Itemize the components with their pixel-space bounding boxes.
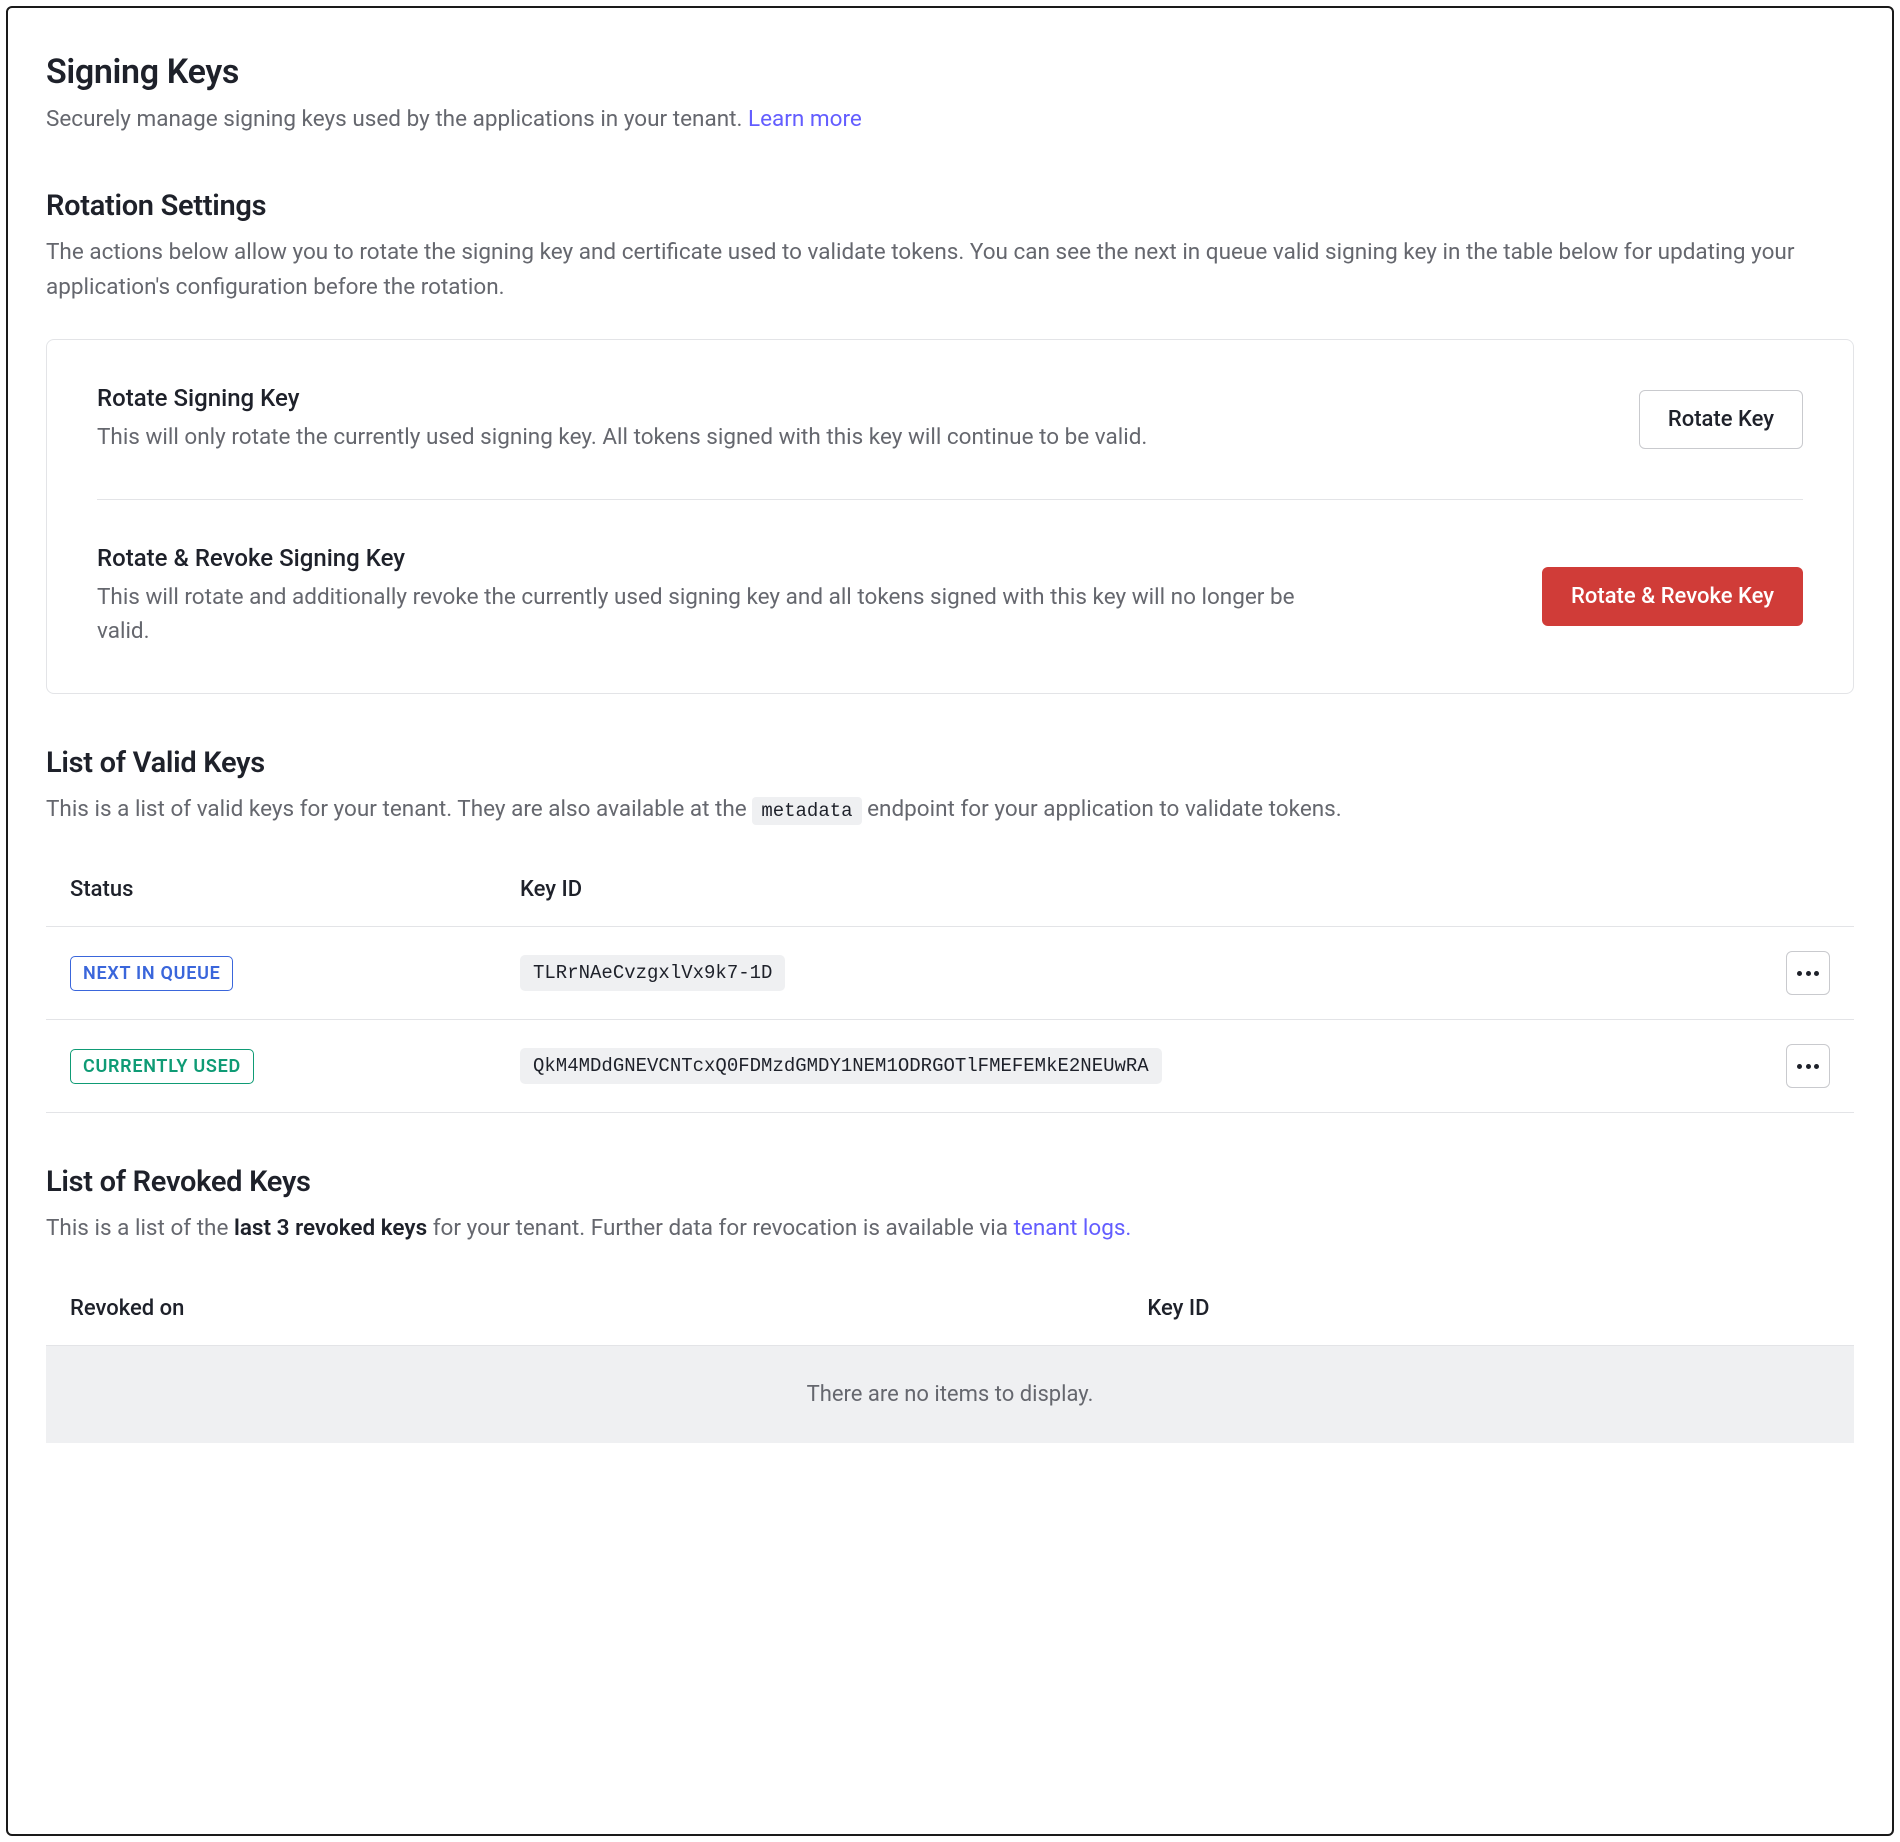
valid-keys-subtitle-post: endpoint for your application to validat… [862, 796, 1342, 822]
revoked-keys-subtitle-mid: for your tenant. Further data for revoca… [427, 1215, 1013, 1241]
revoked-keys-section: List of Revoked Keys This is a list of t… [46, 1165, 1854, 1443]
signing-keys-panel: Signing Keys Securely manage signing key… [6, 6, 1894, 1836]
valid-keys-table: Status Key ID NEXT IN QUEUE TLRrNAeCvzgx… [46, 861, 1854, 1113]
more-horizontal-icon [1797, 971, 1819, 976]
valid-keys-col-status: Status [46, 861, 496, 927]
rotation-settings-subtitle: The actions below allow you to rotate th… [46, 235, 1854, 305]
page-subtitle: Securely manage signing keys used by the… [46, 102, 1854, 137]
rotate-key-title: Rotate Signing Key [97, 384, 1147, 412]
valid-keys-subtitle: This is a list of valid keys for your te… [46, 792, 1854, 827]
rotate-key-row: Rotate Signing Key This will only rotate… [97, 340, 1803, 499]
rotation-settings-section: Rotation Settings The actions below allo… [46, 189, 1854, 694]
rotate-revoke-key-button[interactable]: Rotate & Revoke Key [1542, 567, 1803, 626]
empty-state-text: There are no items to display. [46, 1346, 1854, 1444]
valid-keys-title: List of Valid Keys [46, 746, 1854, 780]
status-badge: NEXT IN QUEUE [70, 956, 233, 991]
rotation-settings-title: Rotation Settings [46, 189, 1854, 223]
learn-more-link[interactable]: Learn more [748, 106, 862, 132]
empty-state-row: There are no items to display. [46, 1346, 1854, 1444]
signing-keys-header: Signing Keys Securely manage signing key… [46, 52, 1854, 137]
revoked-keys-table: Revoked on Key ID There are no items to … [46, 1280, 1854, 1443]
valid-keys-col-actions [1762, 861, 1854, 927]
revoked-keys-col-keyid: Key ID [1123, 1280, 1854, 1346]
revoked-keys-col-revoked-on: Revoked on [46, 1280, 1123, 1346]
rotate-revoke-key-row: Rotate & Revoke Signing Key This will ro… [97, 500, 1803, 694]
revoked-keys-subtitle-bold: last 3 revoked keys [234, 1215, 427, 1241]
tenant-logs-link[interactable]: tenant logs. [1014, 1215, 1132, 1241]
revoked-keys-title: List of Revoked Keys [46, 1165, 1854, 1199]
page-subtitle-text: Securely manage signing keys used by the… [46, 106, 748, 132]
rotate-key-text: Rotate Signing Key This will only rotate… [97, 384, 1147, 455]
table-row: NEXT IN QUEUE TLRrNAeCvzgxlVx9k7-1D [46, 927, 1854, 1020]
revoked-keys-subtitle-pre: This is a list of the [46, 1215, 234, 1241]
valid-keys-subtitle-pre: This is a list of valid keys for your te… [46, 796, 752, 822]
row-actions-button[interactable] [1786, 951, 1830, 995]
rotate-revoke-key-desc: This will rotate and additionally revoke… [97, 580, 1297, 650]
rotate-key-button[interactable]: Rotate Key [1639, 390, 1803, 449]
rotate-revoke-key-text: Rotate & Revoke Signing Key This will ro… [97, 544, 1297, 650]
row-actions-button[interactable] [1786, 1044, 1830, 1088]
more-horizontal-icon [1797, 1064, 1819, 1069]
rotate-revoke-key-title: Rotate & Revoke Signing Key [97, 544, 1297, 572]
key-id: TLRrNAeCvzgxlVx9k7-1D [520, 955, 785, 991]
rotate-key-desc: This will only rotate the currently used… [97, 420, 1147, 455]
page-title: Signing Keys [46, 52, 1854, 92]
status-badge: CURRENTLY USED [70, 1049, 254, 1084]
valid-keys-section: List of Valid Keys This is a list of val… [46, 746, 1854, 1113]
key-id: QkM4MDdGNEVCNTcxQ0FDMzdGMDY1NEM1ODRGOTlF… [520, 1048, 1162, 1084]
rotation-card: Rotate Signing Key This will only rotate… [46, 339, 1854, 695]
metadata-code: metadata [752, 797, 861, 825]
revoked-keys-subtitle: This is a list of the last 3 revoked key… [46, 1211, 1854, 1246]
table-row: CURRENTLY USED QkM4MDdGNEVCNTcxQ0FDMzdGM… [46, 1020, 1854, 1113]
valid-keys-col-keyid: Key ID [496, 861, 1762, 927]
